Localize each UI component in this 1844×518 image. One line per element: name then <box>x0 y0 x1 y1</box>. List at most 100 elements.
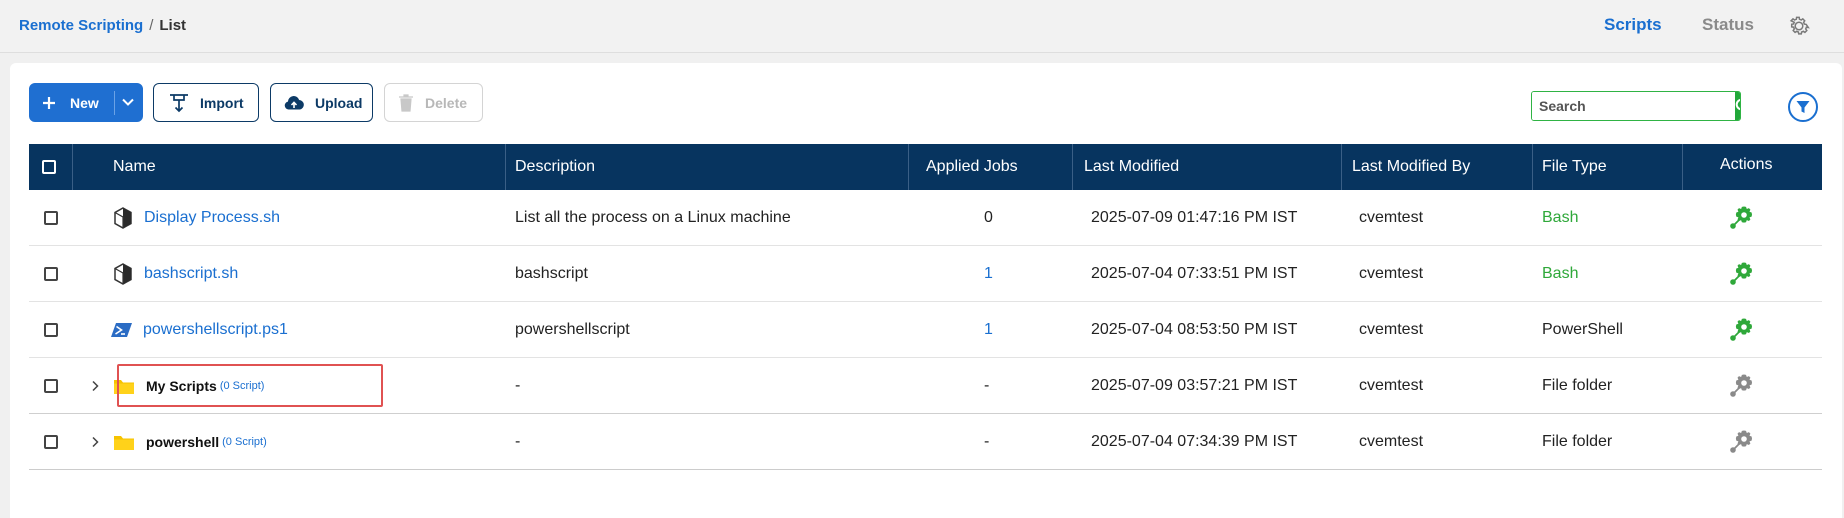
last-modified-cell: 2025-07-04 08:53:50 PM IST <box>1091 321 1298 338</box>
gear-action-icon[interactable] <box>1729 317 1755 343</box>
plus-icon <box>43 96 55 109</box>
bash-script-icon <box>114 207 132 229</box>
header-divider <box>1072 144 1073 190</box>
powershell-script-icon <box>111 323 132 337</box>
new-button-divider <box>114 91 115 115</box>
search-input[interactable] <box>1532 92 1735 120</box>
last-modified-cell: 2025-07-09 01:47:16 PM IST <box>1091 209 1298 226</box>
applied-jobs-link[interactable]: 1 <box>984 302 993 358</box>
actions-cell <box>1729 358 1755 414</box>
table-row: powershell (0 Script) - - 2025-07-04 07:… <box>29 414 1822 470</box>
expand-chevron-icon[interactable] <box>90 414 100 470</box>
actions-cell <box>1729 302 1755 358</box>
header-divider <box>72 144 73 190</box>
description-cell: - <box>515 377 521 394</box>
last-modified-cell: 2025-07-04 07:33:51 PM IST <box>1091 265 1298 282</box>
scripts-list-card: New Import Upload Delete Name Descriptio… <box>10 63 1842 518</box>
search-box <box>1531 91 1741 121</box>
table-row: bashscript.sh bashscript 1 2025-07-04 07… <box>29 246 1822 302</box>
last-modified-by-cell: cvemtest <box>1359 321 1424 338</box>
nav-scripts-tab[interactable]: Scripts <box>1604 15 1662 35</box>
description-cell: - <box>515 433 521 450</box>
row-checkbox[interactable] <box>44 435 58 449</box>
header-last-modified-by[interactable]: Last Modified By <box>1352 144 1470 190</box>
expand-chevron-icon[interactable] <box>90 358 100 414</box>
breadcrumb: Remote Scripting / List <box>19 17 186 34</box>
last-modified-by-cell: cvemtest <box>1359 433 1424 450</box>
header-divider <box>1682 144 1683 190</box>
breadcrumb-separator: / <box>149 17 154 34</box>
script-name-link[interactable]: Display Process.sh <box>144 209 280 227</box>
delete-button[interactable]: Delete <box>384 83 483 122</box>
upload-button[interactable]: Upload <box>270 83 373 122</box>
row-checkbox[interactable] <box>44 211 58 225</box>
row-checkbox-cell <box>44 190 58 246</box>
breadcrumb-root-link[interactable]: Remote Scripting <box>19 17 143 34</box>
table-row: My Scripts (0 Script) - - 2025-07-09 03:… <box>29 358 1822 414</box>
actions-cell <box>1729 190 1755 246</box>
header-description[interactable]: Description <box>515 144 595 190</box>
header-last-modified[interactable]: Last Modified <box>1084 144 1179 190</box>
description-cell: List all the process on a Linux machine <box>515 209 791 226</box>
filter-button[interactable] <box>1788 92 1818 122</box>
chevron-down-icon[interactable] <box>121 95 135 109</box>
import-button[interactable]: Import <box>153 83 259 122</box>
header-divider <box>908 144 909 190</box>
nav-status-tab[interactable]: Status <box>1702 15 1754 35</box>
row-checkbox-cell <box>44 246 58 302</box>
filter-icon <box>1796 101 1810 113</box>
file-type-cell: Bash <box>1542 209 1579 226</box>
name-cell: powershellscript.ps1 <box>111 302 288 358</box>
last-modified-cell: 2025-07-04 07:34:39 PM IST <box>1091 433 1298 450</box>
import-button-label: Import <box>200 94 244 111</box>
applied-jobs-cell: 0 <box>984 209 993 226</box>
last-modified-cell: 2025-07-09 03:57:21 PM IST <box>1091 377 1298 394</box>
highlight-box <box>117 364 383 407</box>
description-cell: bashscript <box>515 265 588 282</box>
file-type-cell: File folder <box>1542 377 1613 394</box>
header-applied-jobs[interactable]: Applied Jobs <box>926 144 1018 190</box>
import-icon <box>170 93 188 112</box>
delete-button-label: Delete <box>425 94 468 111</box>
file-type-cell: Bash <box>1542 265 1579 282</box>
applied-jobs-link[interactable]: 1 <box>984 246 993 302</box>
search-button[interactable] <box>1735 92 1740 120</box>
row-checkbox-cell <box>44 358 58 414</box>
last-modified-by-cell: cvemtest <box>1359 377 1424 394</box>
top-bar: Remote Scripting / List Scripts Status <box>0 0 1844 53</box>
table-header: Name Description Applied Jobs Last Modif… <box>29 144 1822 190</box>
table-row: powershellscript.ps1 powershellscript 1 … <box>29 302 1822 358</box>
folder-script-count: (0 Script) <box>222 436 267 448</box>
file-type-cell: File folder <box>1542 433 1613 450</box>
applied-jobs-cell: - <box>984 433 990 450</box>
gear-action-icon[interactable] <box>1729 373 1755 399</box>
header-divider <box>505 144 506 190</box>
row-checkbox-cell <box>44 414 58 470</box>
row-checkbox[interactable] <box>44 379 58 393</box>
select-all-checkbox[interactable] <box>42 160 56 174</box>
script-name-link[interactable]: bashscript.sh <box>144 265 238 283</box>
new-button[interactable]: New <box>29 83 143 122</box>
bash-script-icon <box>114 263 132 285</box>
header-file-type[interactable]: File Type <box>1542 144 1607 190</box>
last-modified-by-cell: cvemtest <box>1359 209 1424 226</box>
actions-cell <box>1729 414 1755 470</box>
gear-action-icon[interactable] <box>1729 261 1755 287</box>
last-modified-by-cell: cvemtest <box>1359 265 1424 282</box>
row-checkbox[interactable] <box>44 267 58 281</box>
settings-gear-icon[interactable] <box>1787 14 1811 38</box>
upload-button-label: Upload <box>315 94 363 111</box>
row-checkbox-cell <box>44 302 58 358</box>
search-icon <box>1735 98 1740 111</box>
folder-icon <box>114 436 134 450</box>
header-divider <box>1341 144 1342 190</box>
row-checkbox[interactable] <box>44 323 58 337</box>
folder-name-link[interactable]: powershell <box>146 434 219 450</box>
gear-action-icon[interactable] <box>1729 205 1755 231</box>
gear-action-icon[interactable] <box>1729 429 1755 455</box>
description-cell: powershellscript <box>515 321 630 338</box>
name-cell: bashscript.sh <box>112 246 238 302</box>
name-cell: powershell (0 Script) <box>113 414 267 470</box>
header-name[interactable]: Name <box>113 144 156 190</box>
script-name-link[interactable]: powershellscript.ps1 <box>143 321 288 339</box>
